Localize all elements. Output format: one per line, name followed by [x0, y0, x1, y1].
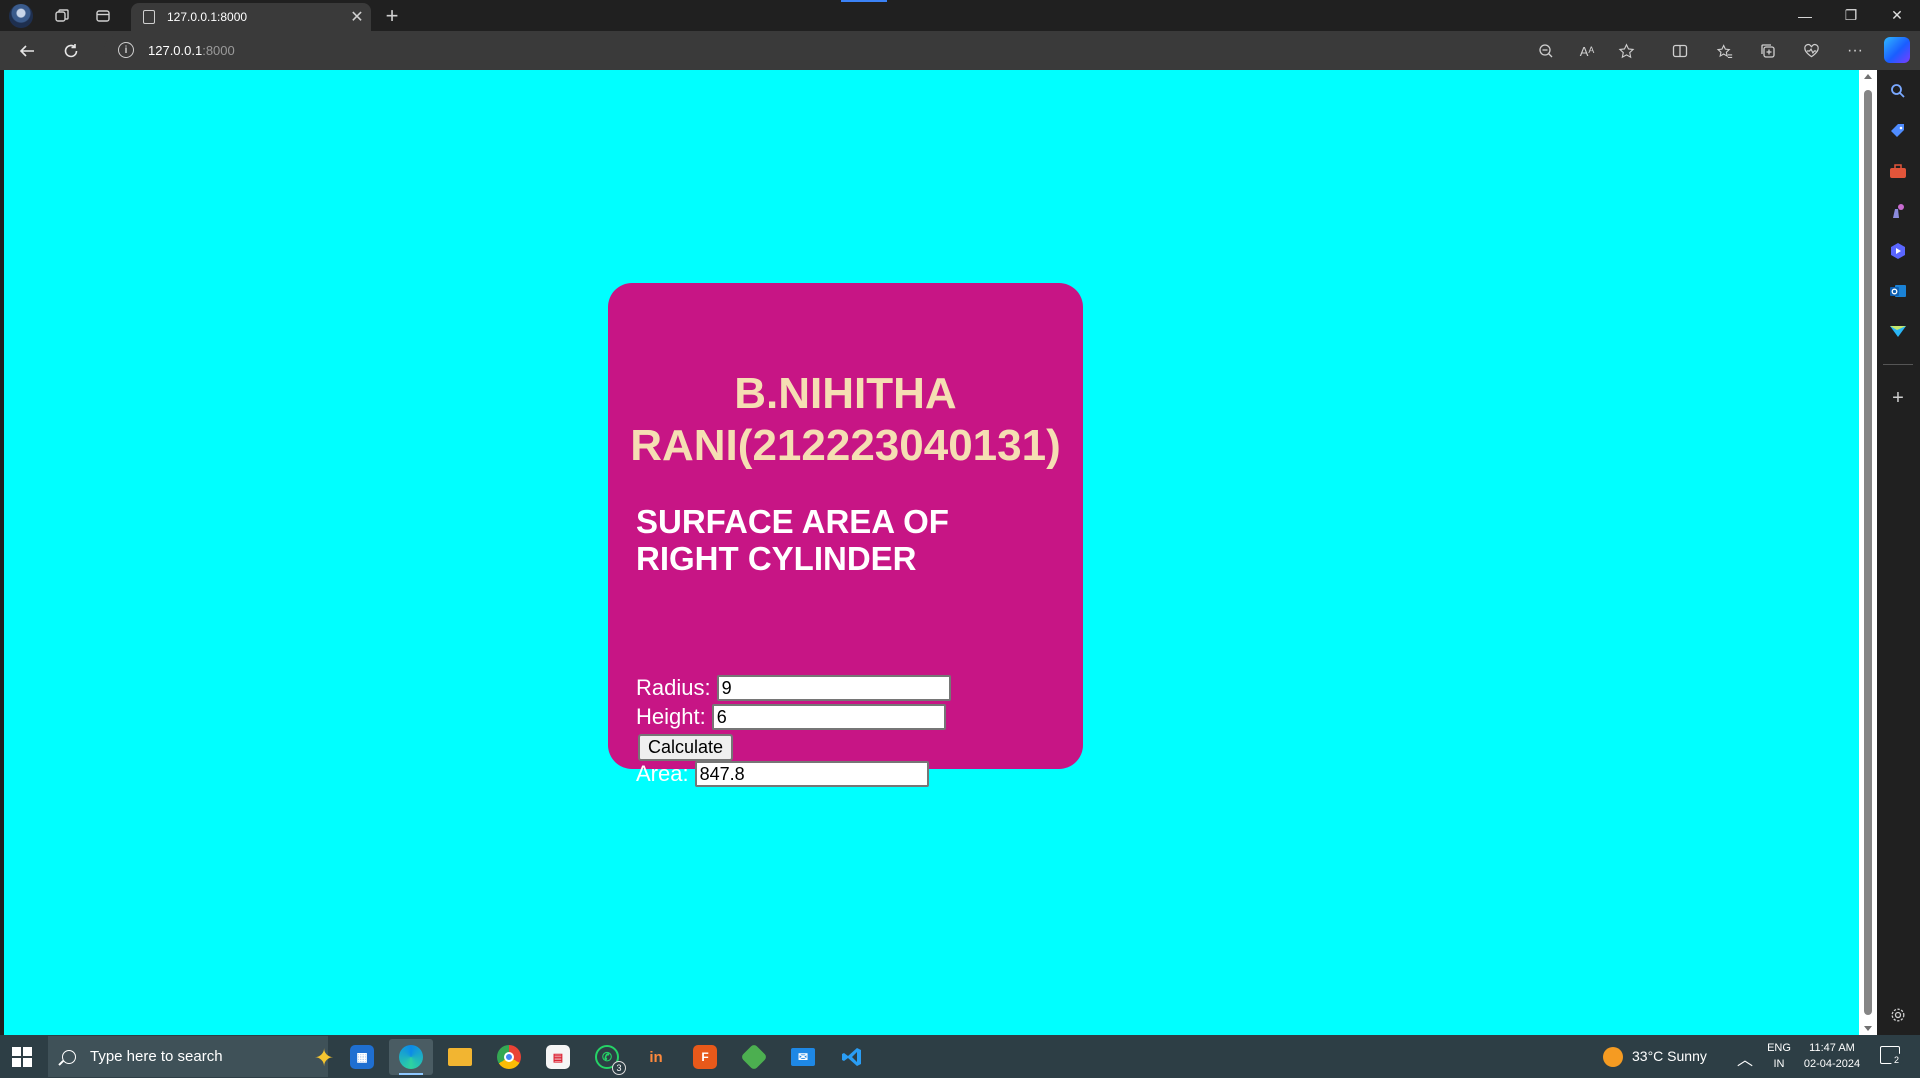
weather-text[interactable]: 33°C Sunny [1632, 1048, 1707, 1064]
back-arrow-icon [19, 45, 34, 57]
calculator-card: B.NIHITHA RANI(212223040131) SURFACE ARE… [608, 283, 1083, 787]
app-icon[interactable]: ▤ [536, 1039, 580, 1075]
language-indicator[interactable]: ENG IN [1764, 1040, 1794, 1072]
page-viewport: B.NIHITHA RANI(212223040131) SURFACE ARE… [4, 70, 1859, 1035]
site-info-icon[interactable]: i [118, 42, 134, 58]
file-explorer-icon[interactable] [438, 1039, 482, 1075]
browser-essentials-icon[interactable] [1799, 40, 1823, 62]
restore-button[interactable]: ❐ [1828, 0, 1874, 31]
calculate-button[interactable]: Calculate [638, 734, 734, 761]
page-title: SURFACE AREA OF RIGHT CYLINDER [636, 503, 1036, 577]
refresh-button[interactable] [58, 38, 84, 64]
tray-expand-icon[interactable]: ︿ [1737, 1046, 1753, 1070]
title-bar: 127.0.0.1:8000 ✕ + — ❐ ✕ [0, 0, 1920, 31]
area-output[interactable] [694, 761, 929, 787]
copilot-icon[interactable] [1884, 37, 1910, 63]
close-window-button[interactable]: ✕ [1874, 0, 1920, 31]
search-icon[interactable] [1887, 80, 1909, 102]
tools-icon[interactable] [1887, 160, 1909, 182]
app-icon[interactable]: F [683, 1039, 727, 1075]
notifications-icon[interactable]: 2 [1880, 1046, 1903, 1066]
radius-row: Radius: [636, 675, 951, 701]
more-icon[interactable]: ··· [1843, 40, 1867, 62]
region-code: IN [1773, 1058, 1785, 1070]
taskbar-search-icon [62, 1049, 76, 1064]
read-aloud-icon[interactable]: Aᴬ [1575, 40, 1599, 62]
height-row: Height: [636, 704, 946, 730]
area-label: Area: [636, 761, 689, 786]
title-line-1: SURFACE AREA OF [636, 503, 949, 540]
url-host: 127.0.0.1 [148, 42, 203, 58]
clock-date: 02-04-2024 [1803, 1058, 1861, 1070]
copilot-sidebar-icon[interactable] [1887, 240, 1909, 262]
refresh-icon [64, 44, 78, 58]
tab-actions-icon[interactable] [91, 4, 115, 28]
notification-count: 2 [1890, 1053, 1903, 1066]
name-line-1: B.NIHITHA [734, 369, 957, 418]
chrome-icon[interactable] [487, 1039, 531, 1075]
taskbar-search-placeholder: Type here to search [90, 1048, 223, 1065]
vscode-icon[interactable] [830, 1039, 874, 1075]
edge-sidebar: + [1877, 70, 1920, 1035]
tab-active[interactable]: 127.0.0.1:8000 ✕ [131, 3, 371, 31]
student-name-heading: B.NIHITHA RANI(212223040131) [608, 368, 1083, 472]
sidebar-divider [1883, 364, 1913, 365]
favorite-star-icon[interactable] [1614, 40, 1638, 62]
mail-icon[interactable]: ✉ [781, 1039, 825, 1075]
store-icon[interactable]: ▦ [340, 1039, 384, 1075]
back-button[interactable] [14, 38, 40, 64]
collections-icon[interactable] [1756, 40, 1780, 62]
profile-avatar-icon[interactable] [9, 4, 33, 28]
scroll-thumb[interactable] [1864, 90, 1872, 1015]
app-icon[interactable] [732, 1039, 776, 1075]
radius-input[interactable] [716, 675, 951, 701]
tab-title: 127.0.0.1:8000 [167, 10, 248, 24]
windows-start-icon[interactable] [12, 1047, 32, 1067]
tab-close-icon[interactable]: ✕ [343, 7, 371, 27]
weather-icon[interactable] [1603, 1047, 1623, 1067]
name-line-2: RANI(212223040131) [630, 421, 1061, 470]
page-scrollbar[interactable] [1859, 70, 1877, 1035]
page-icon [143, 10, 155, 24]
radius-label: Radius: [636, 675, 711, 700]
calculate-row: Calculate [636, 734, 734, 761]
search-highlights-icon[interactable]: ✦ [314, 1044, 334, 1073]
split-screen-icon[interactable] [1668, 40, 1692, 62]
games-icon[interactable] [1887, 200, 1909, 222]
scroll-down-arrow-icon[interactable] [1864, 1026, 1872, 1031]
send-icon[interactable] [1887, 320, 1909, 342]
url-port: :8000 [202, 42, 235, 58]
height-input[interactable] [711, 704, 946, 730]
settings-icon[interactable] [1887, 1004, 1909, 1026]
window-highlight [841, 0, 887, 2]
whatsapp-badge: 3 [612, 1061, 626, 1075]
language-code: ENG [1767, 1042, 1791, 1054]
app-icon[interactable]: in [634, 1039, 678, 1075]
add-icon[interactable]: + [1887, 387, 1909, 409]
area-row: Area: [636, 761, 929, 787]
favorites-icon[interactable] [1712, 40, 1736, 62]
whatsapp-icon[interactable]: ✆ 3 [585, 1039, 629, 1075]
windows-taskbar: Type here to search ✦ ▦ ▤ ✆ 3 in F ✉ 33°… [0, 1035, 1920, 1078]
browser-toolbar: i 127.0.0.1 :8000 Aᴬ ··· [0, 31, 1920, 70]
shopping-tag-icon[interactable] [1887, 120, 1909, 142]
workspaces-icon[interactable] [50, 4, 74, 28]
clock[interactable]: 11:47 AM 02-04-2024 [1800, 1040, 1864, 1072]
scroll-up-arrow-icon[interactable] [1864, 74, 1872, 79]
new-tab-button[interactable]: + [380, 3, 404, 28]
zoom-out-icon[interactable] [1534, 40, 1558, 62]
clock-time: 11:47 AM [1809, 1042, 1855, 1054]
minimize-button[interactable]: — [1782, 0, 1828, 31]
edge-icon[interactable] [389, 1039, 433, 1075]
title-line-2: RIGHT CYLINDER [636, 540, 917, 577]
outlook-icon[interactable] [1887, 280, 1909, 302]
height-label: Height: [636, 704, 706, 729]
taskbar-search-box[interactable]: Type here to search ✦ [48, 1036, 334, 1077]
address-bar[interactable]: i 127.0.0.1 :8000 [104, 35, 1594, 65]
